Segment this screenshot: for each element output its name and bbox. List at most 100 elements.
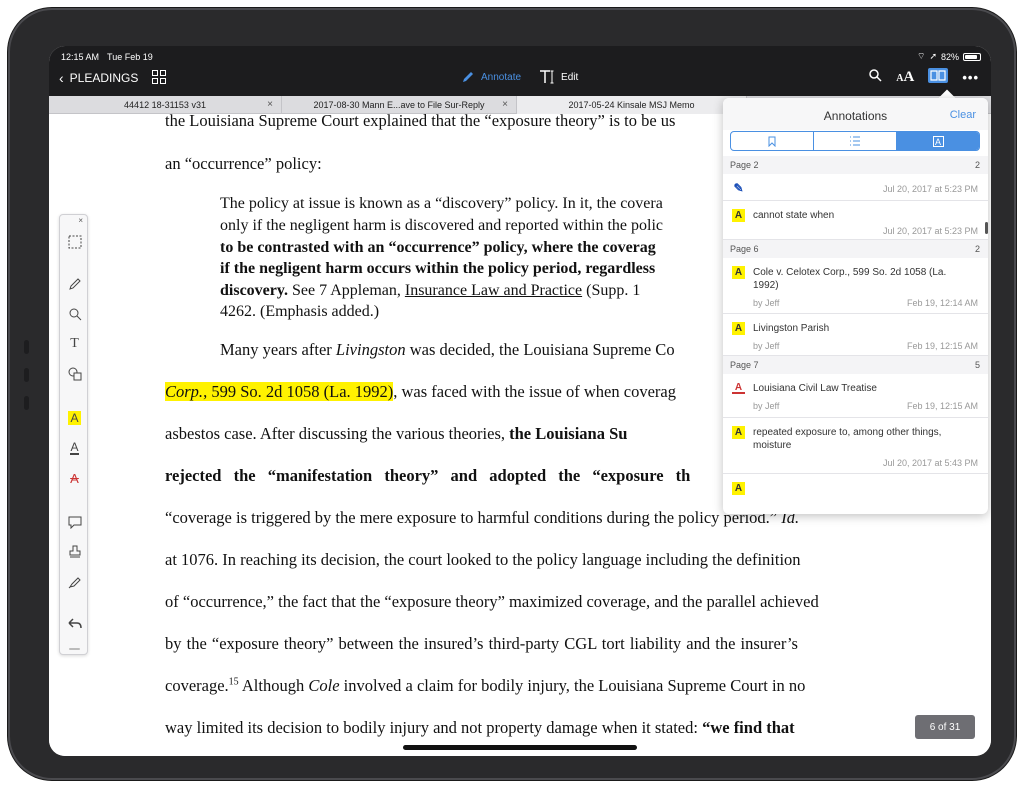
annotation-item[interactable]: A Livingston Parish by Jeff Feb 19, 12:1… (723, 314, 988, 356)
text-line: rejected the “manifestation theory” and … (165, 466, 691, 485)
select-tool[interactable] (60, 231, 89, 253)
highlighted-text[interactable]: Corp., 599 So. 2d 1058 (La. 1992) (165, 382, 394, 401)
status-date: Tue Feb 19 (107, 52, 153, 62)
back-button[interactable]: ‹ PLEADINGS (59, 70, 138, 86)
section-page: Page 6 (730, 244, 759, 254)
annotations-segment[interactable]: A (897, 132, 979, 150)
signature-tool[interactable] (60, 571, 89, 593)
search-button[interactable] (869, 69, 882, 85)
magnifier-icon (69, 308, 81, 321)
highlight-tool[interactable]: A (60, 407, 89, 429)
annotation-text: cannot state when (753, 210, 835, 221)
close-palette-button[interactable]: × (78, 216, 83, 225)
home-indicator[interactable] (403, 745, 637, 750)
section-header: Page 2 2 (723, 156, 988, 174)
stamp-tool[interactable] (60, 541, 89, 563)
underline-tool[interactable]: A (60, 437, 89, 459)
wifi-icon: ⌔ (916, 51, 926, 61)
bookmark-icon (768, 136, 776, 147)
quote-line: 4262. (Emphasis added.) (220, 303, 380, 320)
text-line: Many years after Livingston was decided,… (220, 340, 675, 360)
highlight-icon: A (732, 266, 745, 279)
more-button[interactable]: ••• (962, 70, 979, 85)
quote-line: if the negligent harm occurs within the … (220, 260, 656, 277)
section-count: 2 (974, 160, 980, 170)
footnote-ref[interactable]: 15 (229, 677, 239, 688)
pen-icon: ✎ (733, 181, 744, 195)
zoom-tool[interactable] (60, 303, 89, 325)
annotation-item[interactable]: ✎ Jul 20, 2017 at 5:23 PM (723, 174, 988, 201)
annotation-text: repeated exposure to, among other things… (753, 427, 942, 451)
shapes-tool[interactable] (60, 363, 89, 385)
grid-view-button[interactable] (152, 70, 166, 89)
annotations-list-button[interactable] (928, 68, 949, 86)
citation-text: Insurance Law and Practice (404, 282, 583, 299)
close-icon[interactable]: × (267, 99, 273, 110)
status-bar: 12:15 AM Tue Feb 19 (61, 52, 153, 62)
text-span: , was faced with the issue of when cover… (393, 382, 676, 401)
top-bar: 12:15 AM Tue Feb 19 ⌔ ➚ 82% ‹ PLEADINGS (49, 46, 991, 96)
popover-title: Annotations (823, 109, 888, 123)
battery-icon (963, 52, 981, 61)
annotation-item[interactable]: A (723, 474, 988, 514)
font-size-icon: A (896, 72, 904, 84)
bookmarks-segment[interactable] (731, 132, 814, 150)
text-span: (Supp. 1 (582, 282, 641, 299)
annotation-item[interactable]: A cannot state when Jul 20, 2017 at 5:23… (723, 201, 988, 240)
highlight-icon: A (732, 209, 745, 222)
volume-button (24, 396, 29, 410)
undo-button[interactable] (60, 613, 89, 635)
palette-drag-handle[interactable] (69, 648, 80, 650)
text-span: Although (238, 676, 309, 695)
quote-line: to be contrasted with an “occurrence” po… (220, 239, 656, 256)
underline-icon: A (732, 382, 745, 394)
annotation-item[interactable]: A Cole v. Celotex Corp., 599 So. 2d 1058… (723, 258, 988, 314)
highlight-icon: A (732, 482, 745, 495)
scroll-indicator[interactable] (985, 222, 988, 234)
annotation-text: Livingston Parish (753, 323, 830, 334)
outline-segment[interactable] (814, 132, 897, 150)
annotation-item[interactable]: A Louisiana Civil Law Treatise by Jeff F… (723, 374, 988, 418)
mode-switcher: Annotate Edit (461, 70, 578, 84)
close-icon[interactable]: × (502, 99, 508, 110)
text-line: coverage.15 Although Cole involved a cla… (165, 676, 805, 696)
note-tool[interactable] (60, 511, 89, 533)
section-page: Page 7 (730, 360, 759, 370)
text-line: “coverage is triggered by the mere expos… (165, 508, 799, 528)
annotations-popover: Annotations Clear A Page 2 2 ✎ Jul 20, 2… (723, 98, 988, 514)
status-time: 12:15 AM (61, 52, 100, 62)
tab-label: 44412 18-31153 v31 (124, 100, 206, 110)
pen-icon (463, 72, 473, 82)
annotation-item[interactable]: A repeated exposure to, among other thin… (723, 418, 988, 474)
edit-label: Edit (561, 71, 579, 83)
clear-button[interactable]: Clear (950, 109, 976, 121)
text-line: asbestos case. After discussing the vari… (165, 424, 627, 444)
strikeout-tool[interactable]: A (60, 467, 89, 489)
text-line: of “occurrence,” the fact that the “expo… (165, 592, 819, 611)
bold-text: “we find that (702, 718, 795, 737)
text-tool[interactable]: T (60, 333, 89, 355)
annotation-date: Jul 20, 2017 at 5:43 PM (882, 458, 978, 468)
section-header: Page 7 5 (723, 356, 988, 374)
text-line: an “occurrence” policy: (165, 154, 322, 173)
annotation-date: Feb 19, 12:15 AM (906, 401, 978, 411)
screen: 12:15 AM Tue Feb 19 ⌔ ➚ 82% ‹ PLEADINGS (49, 46, 991, 756)
note-icon (68, 516, 81, 529)
section-page: Page 2 (730, 160, 759, 170)
status-indicators: ⌔ ➚ 82% (917, 51, 981, 62)
tab-label: 2017-08-30 Mann E...ave to File Sur-Repl… (313, 100, 485, 110)
quote-line: The policy at issue is known as a “disco… (220, 195, 663, 212)
signature-icon (68, 577, 81, 589)
nav-actions: AA ••• (869, 68, 979, 86)
text-size-button[interactable]: AA (896, 69, 914, 86)
edit-button[interactable]: Edit (539, 70, 578, 84)
annotation-text: Louisiana Civil Law Treatise (753, 383, 877, 394)
text-span: asbestos case. After discussing the vari… (165, 424, 510, 443)
annotate-button[interactable]: Annotate (461, 70, 521, 84)
annotation-author: by Jeff (753, 341, 780, 351)
text-span: See 7 Appleman, (288, 282, 405, 299)
book-icon (928, 68, 949, 83)
pen-tool[interactable] (60, 273, 89, 295)
volume-button (24, 368, 29, 382)
annotation-author: by Jeff (753, 401, 780, 411)
